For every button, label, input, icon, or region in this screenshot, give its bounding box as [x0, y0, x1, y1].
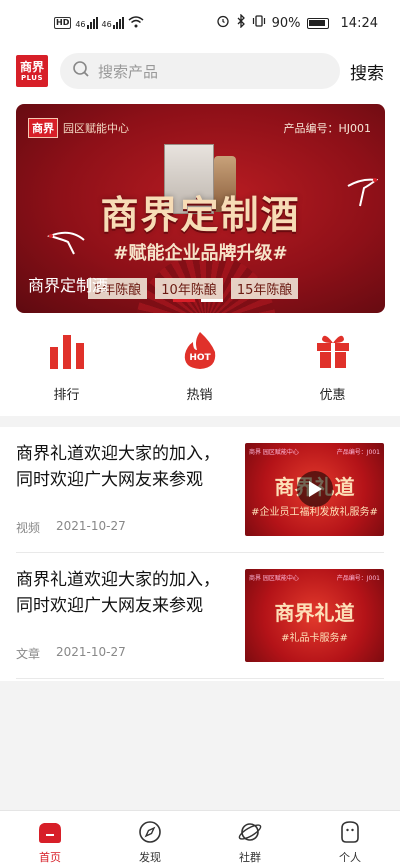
clock: 14:24 [340, 15, 378, 31]
planet-icon [237, 819, 263, 845]
thumb-brand: 商界 园区赋能中心 [249, 449, 299, 456]
search-button[interactable]: 搜索 [350, 59, 384, 84]
banner-title: 商界定制酒 [100, 193, 301, 237]
tab-community[interactable]: 社群 [200, 811, 300, 866]
quick-nav: 排行 HOT 热销 优惠 [0, 330, 400, 403]
banner-brand: 商界 园区赋能中心 [28, 118, 129, 138]
quick-nav-label: 热销 [186, 388, 213, 403]
tab-profile[interactable]: 个人 [300, 811, 400, 866]
app-logo: 商界 PLUS [16, 55, 48, 87]
feed-item-title: 商界礼道欢迎大家的加入，同时欢迎广大网友来参观 [16, 444, 220, 490]
thumb-brand: 商界 园区赋能中心 [249, 575, 299, 582]
quick-nav-label: 排行 [53, 388, 80, 403]
signal-icon: 46 [75, 17, 98, 29]
battery-percent: 90% [271, 15, 301, 31]
banner-product-code: 产品编号：HJ001 [283, 122, 371, 135]
feed-item[interactable]: 商界礼道欢迎大家的加入，同时欢迎广大网友来参观 视频 2021-10-27 商界… [16, 427, 384, 553]
search-input[interactable]: 搜索产品 [60, 53, 340, 89]
battery-icon [306, 17, 329, 29]
status-bar: HD 46 46 90% 14:24 [0, 0, 400, 46]
feed-item-thumbnail[interactable]: 商界 园区赋能中心 产品编号：J001 商界礼道 #礼品卡服务# [245, 569, 384, 662]
carousel-dot-active[interactable] [173, 299, 195, 302]
hd-badge: HD [54, 17, 72, 29]
vibrate-icon [252, 14, 266, 32]
tab-label: 发现 [139, 851, 161, 864]
wifi-icon [128, 15, 144, 31]
vintage-tag: 10年陈酿 [155, 278, 223, 299]
feed-item-title: 商界礼道欢迎大家的加入，同时欢迎广大网友来参观 [16, 570, 220, 616]
tab-label: 首页 [39, 851, 61, 864]
carousel-dots [173, 299, 223, 302]
compass-icon [137, 819, 163, 845]
feed-item[interactable]: 商界礼道欢迎大家的加入，同时欢迎广大网友来参观 文章 2021-10-27 商界… [16, 553, 384, 679]
status-right: 90% 14:24 [216, 13, 378, 32]
vintage-tag: 15年陈酿 [230, 278, 299, 299]
vintage-tags: 5年陈酿 10年陈酿 15年陈酿 [88, 278, 299, 299]
feed-item-meta: 视频 2021-10-27 [16, 519, 126, 536]
feed-item-type: 视频 [16, 521, 41, 535]
feed-item-date: 2021-10-27 [56, 519, 126, 533]
signal-icon-2: 46 [102, 17, 124, 29]
feed-item-type: 文章 [16, 647, 41, 661]
app-header: 商界 PLUS 搜索产品 搜索 [0, 46, 400, 96]
profile-icon [337, 819, 363, 845]
banner-subtitle: #赋能企业品牌升级# [113, 243, 288, 264]
status-left: HD 46 46 [54, 15, 144, 31]
quick-nav-discount[interactable]: 优惠 [266, 330, 399, 403]
feed-list: 商界礼道欢迎大家的加入，同时欢迎广大网友来参观 视频 2021-10-27 商界… [0, 427, 400, 681]
search-icon [72, 60, 90, 82]
banner-caption: 商界定制酒 [28, 276, 109, 295]
feed-item-date: 2021-10-27 [56, 645, 126, 659]
hot-flame-icon: HOT [180, 330, 220, 370]
play-icon[interactable] [297, 471, 333, 507]
search-placeholder: 搜索产品 [98, 62, 159, 81]
thumb-title: 商界礼道 [274, 601, 355, 625]
alarm-icon [216, 14, 230, 32]
gift-icon [313, 330, 353, 370]
thumb-code: 产品编号：J001 [336, 449, 380, 456]
home-icon [37, 819, 63, 845]
feed-item-meta: 文章 2021-10-27 [16, 645, 126, 662]
quick-nav-ranking[interactable]: 排行 [0, 330, 133, 403]
quick-nav-hot[interactable]: HOT 热销 [133, 330, 266, 403]
quick-nav-label: 优惠 [319, 388, 346, 403]
bar-chart-icon [47, 330, 87, 370]
feed-item-thumbnail[interactable]: 商界 园区赋能中心 产品编号：J001 商界礼道 #企业员工福利发放礼服务# [245, 443, 384, 536]
svg-text:HOT: HOT [189, 353, 211, 363]
thumb-code: 产品编号：J001 [336, 575, 380, 582]
tab-label: 社群 [239, 851, 261, 864]
tab-home[interactable]: 首页 [0, 811, 100, 866]
promo-banner[interactable]: 商界 园区赋能中心 产品编号：HJ001 商界定制酒 #赋能企业品牌升级# 5年… [16, 104, 385, 313]
carousel-dot[interactable] [201, 299, 223, 302]
thumb-subtitle: #礼品卡服务# [281, 633, 348, 644]
tab-label: 个人 [339, 851, 361, 864]
bottom-tab-bar: 首页 发现 社群 个人 [0, 810, 400, 866]
tab-discover[interactable]: 发现 [100, 811, 200, 866]
bluetooth-icon [236, 13, 246, 32]
